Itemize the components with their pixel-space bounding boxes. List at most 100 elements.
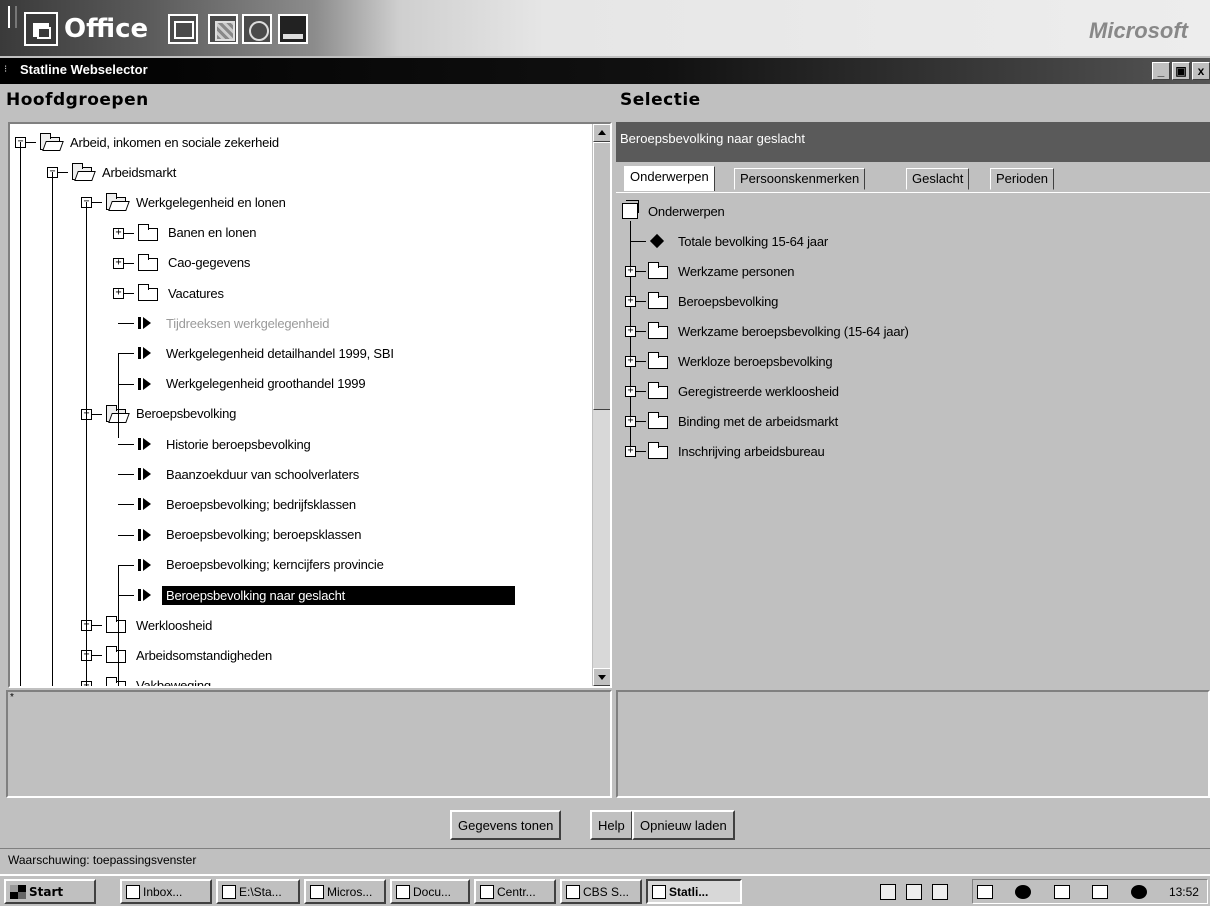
folder-icon [648,292,668,309]
selection-tree-root[interactable]: Onderwerpen [622,197,729,225]
folder-open-icon [72,163,92,181]
tree-item[interactable]: Beroepsbevolking naar geslacht [138,581,516,609]
folder-open-icon [106,404,126,422]
tree-item-label: Beroepsbevolking; bedrijfsklassen [166,496,356,512]
tree-item[interactable]: Historie beroepsbevolking [138,430,315,458]
system-menu-icon[interactable]: ⁝ [4,64,7,75]
tab-onderwerpen[interactable]: Onderwerpen [624,166,715,191]
selection-item[interactable]: Totale bevolking 15-64 jaar [648,227,832,255]
tree-item-label: Werkgelegenheid en lonen [136,194,286,210]
tree-guide-line [20,142,21,686]
tree-item-label: Banen en lonen [168,225,257,241]
antivirus-icon[interactable] [1053,884,1070,899]
tree-item-label: Beroepsbevolking naar geslacht [162,585,516,605]
right-info-panel [616,690,1210,798]
tree-item[interactable]: Cao-gegevens [138,249,254,277]
folder-icon [648,352,668,369]
tree-item[interactable]: Werkgelegenheid groothandel 1999 [138,370,369,398]
browser-icon[interactable] [906,883,922,900]
expand-icon[interactable]: + [625,356,636,367]
tree-item[interactable]: Baanzoekduur van schoolverlaters [138,460,363,488]
expand-icon[interactable]: + [625,266,636,277]
expand-icon[interactable]: + [625,416,636,427]
scroll-up-button[interactable] [593,124,610,142]
hoofdgroepen-tree[interactable]: Arbeid, inkomen en sociale zekerheid − Arb… [8,122,612,688]
office-shortcut-2-icon[interactable] [208,14,238,44]
taskbar-item-label: Docu... [413,884,452,899]
office-logo[interactable]: Office [24,12,148,46]
selection-item[interactable]: Werkzame personen [648,257,798,285]
selection-item[interactable]: Inschrijving arbeidsbureau [648,437,829,465]
selection-item[interactable]: Werkzame beroepsbevolking (15-64 jaar) [648,317,913,345]
reload-button[interactable]: Opnieuw laden [632,810,735,840]
show-data-button[interactable]: Gegevens tonen [450,810,562,840]
taskbar-item[interactable]: Inbox... [120,879,212,904]
tree-item[interactable]: Vacatures [138,279,228,307]
tree-scrollbar[interactable] [592,124,610,686]
office-shortcut-1-icon[interactable] [168,14,198,44]
tree-item[interactable]: Vakbeweging [106,672,215,688]
tray-app-icon[interactable] [1130,884,1147,899]
minimize-button[interactable]: _ [1152,62,1170,80]
selection-item[interactable]: Binding met de arbeidsmarkt [648,407,842,435]
tree-item[interactable]: Werkgelegenheid en lonen [106,188,290,216]
tree-item[interactable]: Beroepsbevolking; beroepsklassen [138,521,365,549]
tree-item[interactable]: Arbeidsomstandigheden [106,641,276,669]
tree-item[interactable]: Arbeidsmarkt [72,158,180,186]
close-button[interactable]: x [1192,62,1210,80]
office-shortcut-4-icon[interactable] [278,14,308,44]
tree-item[interactable]: Beroepsbevolking; bedrijfsklassen [138,490,360,518]
expand-icon[interactable]: + [625,386,636,397]
tree-connector [118,564,134,566]
tree-item[interactable]: Werkloosheid [106,611,216,639]
tree-item[interactable]: Werkgelegenheid detailhandel 1999, SBI [138,339,398,367]
expand-icon[interactable]: + [625,296,636,307]
tree-item[interactable]: Banen en lonen [138,219,260,247]
explorer-icon[interactable] [932,883,948,900]
window-controls: _ ▣ x [1152,62,1210,80]
tab-persoonskenmerken[interactable]: Persoonskenmerken [734,168,866,190]
restore-button[interactable]: ▣ [1172,62,1190,80]
folder-icon [138,223,158,241]
start-button[interactable]: Start [4,879,96,904]
selection-item[interactable]: Beroepsbevolking [648,287,782,315]
tab-perioden[interactable]: Perioden [990,168,1055,190]
table-icon [138,436,152,452]
folder-open-icon [40,133,60,150]
clock: 13:52 [1168,884,1199,899]
tree-item[interactable]: Beroepsbevolking [106,400,240,428]
window-title-bar[interactable]: ⁝ Statline Webselector _ ▣ x [0,58,1210,84]
taskbar-item[interactable]: E:\Sta... [216,879,300,904]
tab-geslacht[interactable]: Geslacht [906,168,970,190]
toolbar-grip[interactable] [8,6,17,28]
tree-item-label: Vakbeweging [136,678,211,688]
selection-tree[interactable]: Onderwerpen Totale bevolking 15-64 jaar We… [616,192,1210,688]
network-icon[interactable] [1015,884,1032,899]
help-button[interactable]: Help [590,810,633,840]
taskbar-item-label: Statli... [669,884,709,899]
start-label: Start [29,884,64,899]
tree-item[interactable]: Tijdreeksen werkgelegenheid [138,309,333,337]
expand-icon[interactable]: + [625,446,636,457]
expand-icon[interactable]: + [113,257,124,269]
expand-icon[interactable]: + [113,288,124,299]
taskbar-item[interactable]: Docu... [390,879,470,904]
taskbar-item[interactable]: Micros... [304,879,386,904]
expand-icon[interactable]: + [625,326,636,337]
selection-item[interactable]: Geregistreerde werkloosheid [648,377,843,405]
desktop-icon[interactable] [880,883,896,900]
scroll-down-button[interactable] [593,668,610,686]
taskbar-item[interactable]: Centr... [474,879,556,904]
table-icon [138,345,152,361]
tree-connector [118,474,134,476]
scroll-thumb[interactable] [593,142,610,410]
office-shortcut-3-icon[interactable] [242,14,272,44]
taskbar-item[interactable]: CBS S... [560,879,642,904]
expand-icon[interactable]: + [113,227,124,239]
volume-icon[interactable] [977,884,993,899]
tree-item[interactable]: Arbeid, inkomen en sociale zekerheid [40,128,283,156]
printer-icon[interactable] [1092,884,1109,899]
taskbar-item[interactable]: Statli... [646,879,742,904]
tree-item[interactable]: Beroepsbevolking; kerncijfers provincie [138,551,388,579]
selection-item[interactable]: Werkloze beroepsbevolking [648,347,836,375]
